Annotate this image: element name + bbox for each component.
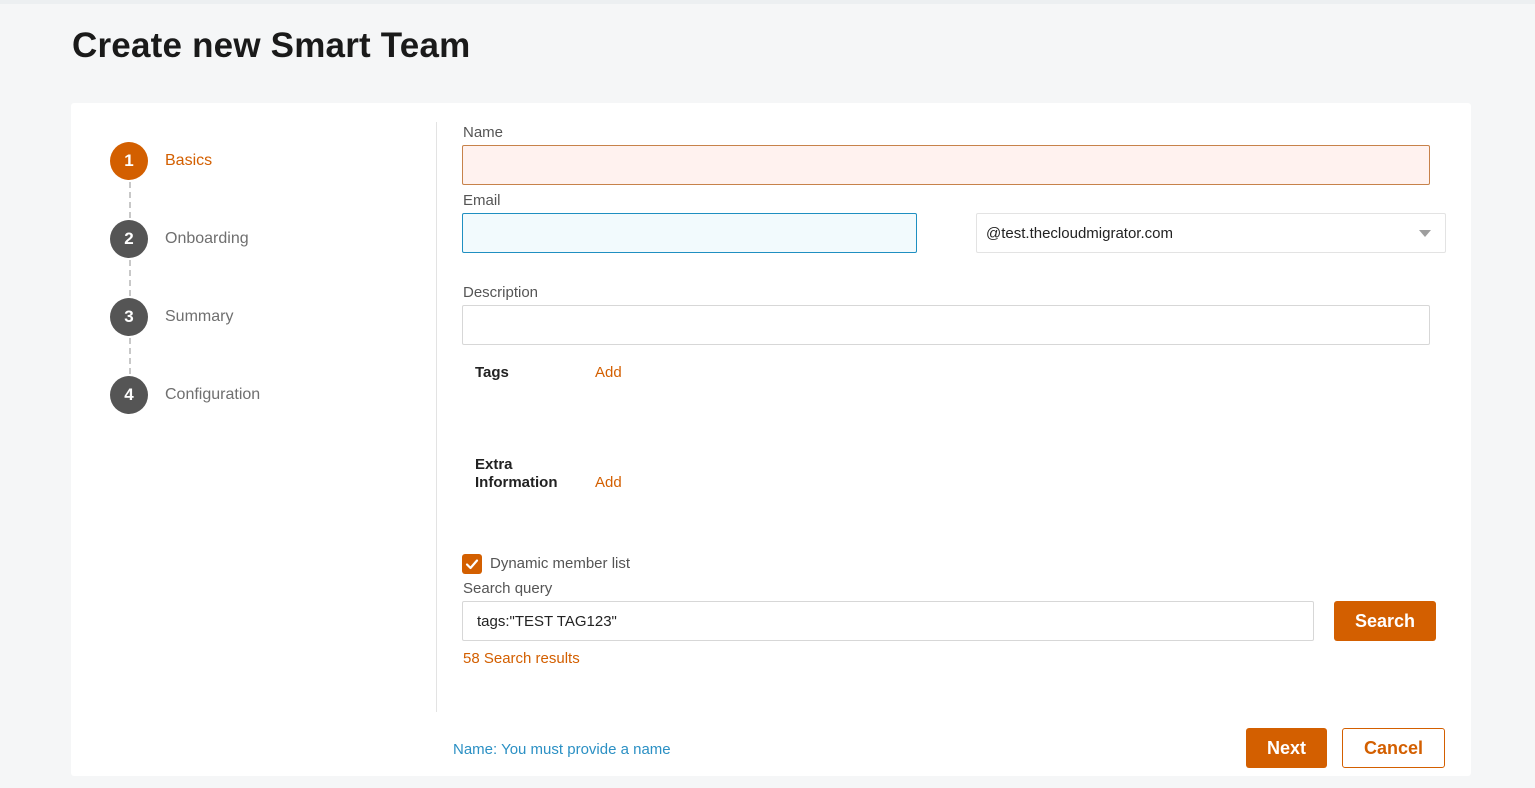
step-number: 2 [110,220,148,258]
top-bar [0,0,1535,4]
add-tag-link[interactable]: Add [595,364,622,381]
step-number: 1 [110,142,148,180]
name-label: Name [463,124,504,141]
step-number: 3 [110,298,148,336]
step-configuration[interactable]: 4 Configuration [110,376,260,414]
checkmark-icon [465,559,479,570]
email-label: Email [463,192,501,209]
search-button[interactable]: Search [1334,601,1436,641]
step-onboarding[interactable]: 2 Onboarding [110,220,249,258]
extra-information-title: Extra Information [475,456,558,492]
dynamic-member-list-checkbox[interactable] [462,554,482,574]
chevron-down-icon [1419,230,1431,237]
step-label: Onboarding [165,230,249,247]
validation-error-message[interactable]: Name: You must provide a name [453,741,671,758]
extra-information-title-line1: Extra [475,456,513,473]
name-input[interactable] [462,145,1430,185]
extra-information-title-line2: Information [475,474,558,491]
add-extra-information-link[interactable]: Add [595,474,622,491]
step-connector [129,260,131,296]
email-domain-select[interactable]: @test.thecloudmigrator.com [976,213,1446,253]
step-label: Summary [165,308,234,325]
email-domain-value: @test.thecloudmigrator.com [986,224,1173,242]
email-input[interactable] [462,213,917,253]
step-number: 4 [110,376,148,414]
step-basics[interactable]: 1 Basics [110,142,212,180]
page-title: Create new Smart Team [72,26,471,65]
search-query-label: Search query [463,580,553,597]
step-label: Basics [165,152,213,169]
tags-title: Tags [475,364,509,381]
search-results-count[interactable]: 58 Search results [463,650,580,667]
search-query-input[interactable] [462,601,1314,641]
description-label: Description [463,284,539,301]
description-input[interactable] [462,305,1430,345]
vertical-divider [436,122,437,712]
step-summary[interactable]: 3 Summary [110,298,233,336]
form-card [71,103,1471,776]
dynamic-member-list-label[interactable]: Dynamic member list [490,555,630,572]
cancel-button[interactable]: Cancel [1342,728,1445,768]
step-connector [129,338,131,374]
next-button[interactable]: Next [1246,728,1327,768]
step-connector [129,182,131,218]
step-label: Configuration [165,386,261,403]
